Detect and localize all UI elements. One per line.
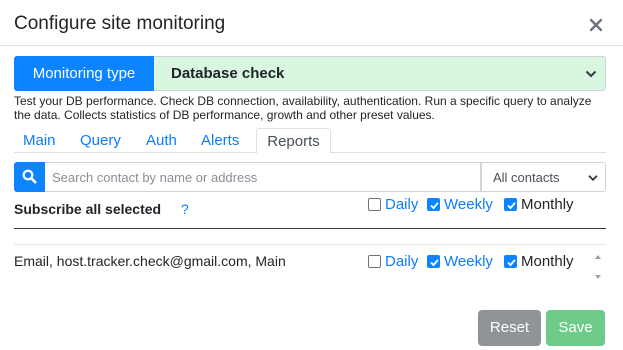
checkbox-daily[interactable] (368, 198, 381, 211)
search-button[interactable] (14, 162, 45, 192)
contact-checks: Daily Weekly Monthly (368, 253, 590, 271)
reset-button[interactable]: Reset (478, 310, 541, 346)
search-icon (22, 169, 37, 184)
monitoring-description: Test your DB performance. Check DB conne… (14, 94, 592, 122)
monitoring-type-select[interactable]: Database check (154, 56, 606, 91)
checkbox-monthly[interactable] (504, 255, 517, 268)
monitoring-type-value: Database check (171, 65, 285, 82)
monthly-label: Monthly (521, 196, 574, 213)
contacts-filter-value: All contacts (493, 170, 560, 185)
chevron-down-icon (588, 175, 598, 182)
scroll-down-icon[interactable] (594, 274, 602, 280)
divider (14, 228, 606, 229)
checkbox-daily[interactable] (368, 255, 381, 268)
tab-main[interactable]: Main (23, 128, 56, 153)
contact-search-group: All contacts (14, 162, 606, 192)
tab-query[interactable]: Query (80, 128, 121, 153)
check-icon (507, 259, 516, 267)
monthly-label: Monthly (521, 253, 574, 270)
subscribe-all-label: Subscribe all selected (14, 201, 162, 217)
monitoring-type-group: Monitoring type Database check (14, 56, 606, 91)
tabs-bar: Main Query Auth Alerts Reports (14, 128, 606, 154)
close-icon[interactable] (587, 16, 605, 34)
weekly-label: Weekly (444, 253, 493, 270)
contact-list: Email, host.tracker.check@gmail.com, Mai… (14, 244, 606, 284)
help-link[interactable]: ? (181, 201, 189, 217)
tab-alerts[interactable]: Alerts (201, 128, 239, 153)
checkbox-weekly[interactable] (427, 198, 440, 211)
scrollbar[interactable] (590, 245, 606, 285)
monitoring-type-label: Monitoring type (14, 56, 154, 91)
modal-title: Configure site monitoring (14, 13, 226, 34)
list-item: Email, host.tracker.check@gmail.com, Mai… (14, 253, 286, 269)
search-input[interactable] (45, 162, 481, 192)
check-icon (430, 259, 439, 267)
chevron-down-icon (585, 70, 597, 78)
tab-auth[interactable]: Auth (146, 128, 177, 153)
checkbox-weekly[interactable] (427, 255, 440, 268)
subscribe-all-checks: Daily Weekly Monthly (368, 196, 606, 214)
weekly-label: Weekly (444, 196, 493, 213)
daily-label: Daily (385, 253, 419, 270)
save-button[interactable]: Save (546, 310, 605, 346)
contacts-filter-select[interactable]: All contacts (481, 162, 606, 192)
scroll-up-icon[interactable] (594, 254, 602, 260)
modal-header: Configure site monitoring (0, 0, 623, 46)
checkbox-monthly[interactable] (504, 198, 517, 211)
tab-reports[interactable]: Reports (256, 128, 331, 154)
check-icon (507, 202, 516, 210)
daily-label: Daily (385, 196, 419, 213)
check-icon (430, 202, 439, 210)
